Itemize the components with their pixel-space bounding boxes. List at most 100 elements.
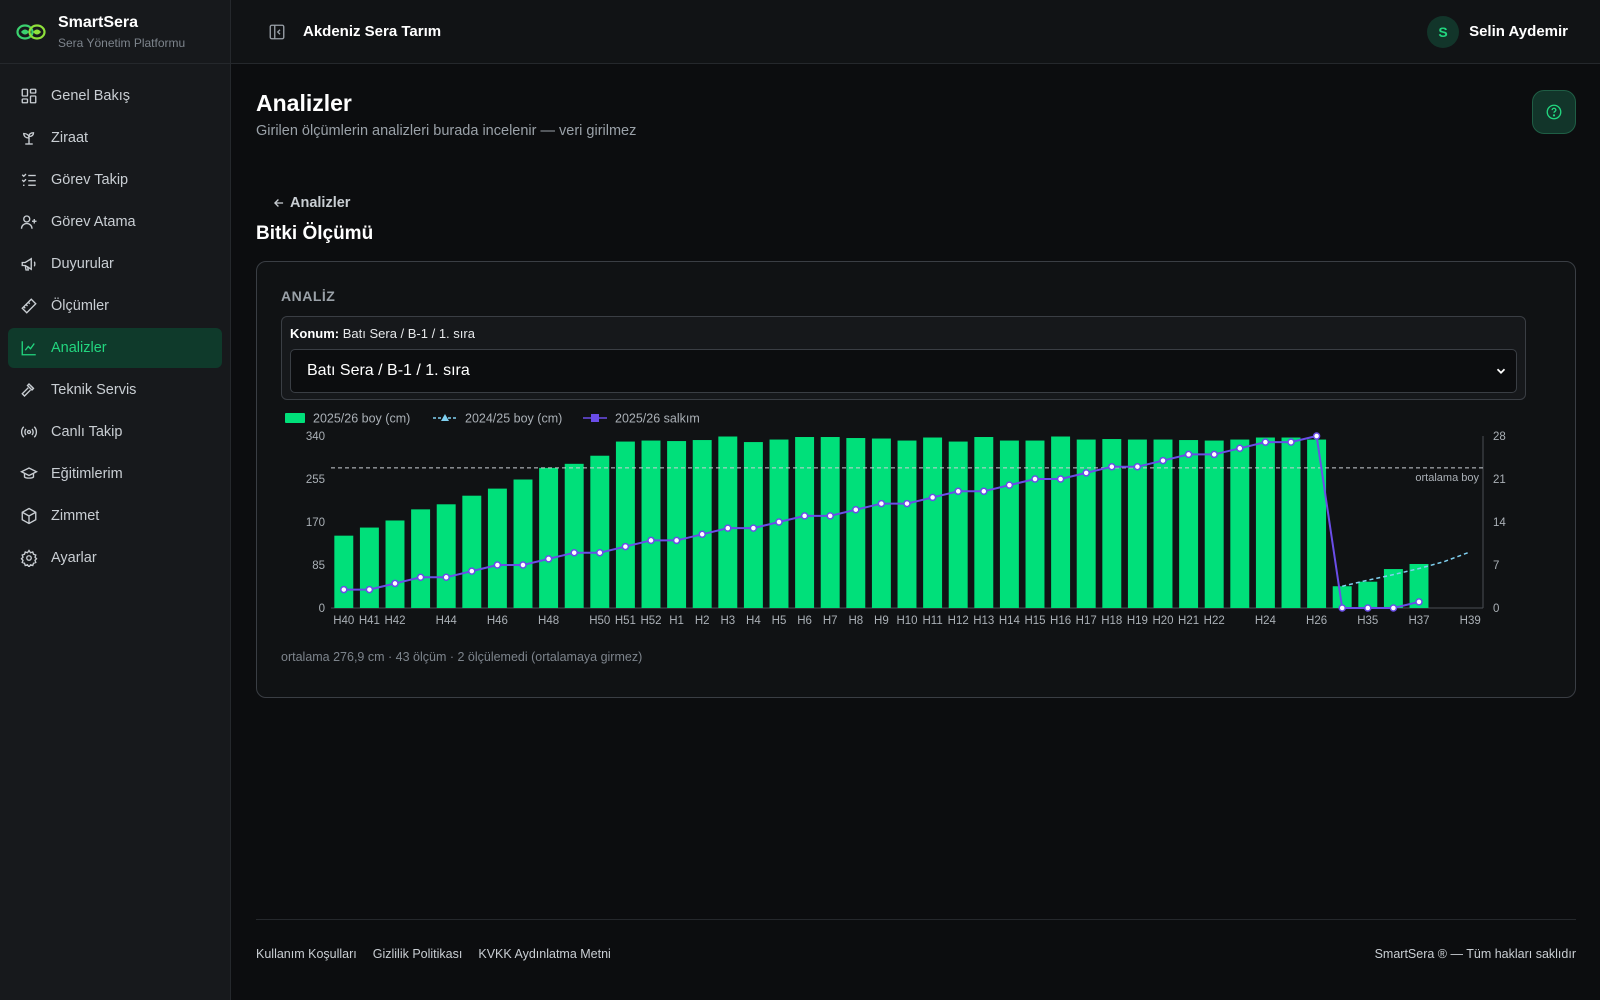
sidebar-item-zimmet[interactable]: Zimmet <box>8 496 222 536</box>
bar <box>923 437 943 608</box>
salkim-point <box>340 585 348 594</box>
salkim-point <box>621 542 630 551</box>
salkim-point <box>570 548 578 557</box>
x-tick-label: H37 <box>1408 615 1429 627</box>
analysis-chart: 2025/26 boy (cm) 2024/25 boy (cm) 2025/26 … <box>285 412 1506 627</box>
sidebar-item-ayarlar[interactable]: Ayarlar <box>8 538 222 578</box>
sidebar-item-label: Teknik Servis <box>51 382 137 398</box>
location-caption: Konum: Batı Sera / B-1 / 1. sıra <box>290 326 475 341</box>
sidebar-item-canli-takip[interactable]: Canlı Takip <box>8 412 222 452</box>
salkim-point <box>1236 444 1244 453</box>
x-tick-label: H50 <box>589 615 610 627</box>
sidebar-item-gorev-takip[interactable]: Görev Takip <box>8 160 222 200</box>
salkim-point <box>826 512 834 520</box>
sidebar-collapse-icon <box>269 24 285 39</box>
salkim-point <box>1261 438 1270 446</box>
salkim-point <box>1415 598 1423 606</box>
bar <box>513 479 533 608</box>
organization-name: Akdeniz Sera Tarım <box>303 23 442 40</box>
bar <box>385 520 405 608</box>
bar <box>999 440 1019 608</box>
copyright: SmartSera ® — Tüm hakları saklıdır <box>1374 947 1576 961</box>
salkim-point <box>1133 462 1142 471</box>
salkim-point <box>1031 475 1039 483</box>
footer-link-privacy[interactable]: Gizlilik Politikası <box>373 947 463 961</box>
bar <box>411 509 431 608</box>
sidebar-item-duyurular[interactable]: Duyurular <box>8 244 222 284</box>
chart-footnote: ortalama 276,9 cm · 43 ölçüm · 2 ölçülem… <box>281 650 643 664</box>
footer-link-kvkk[interactable]: KVKK Aydınlatma Metni <box>478 947 610 961</box>
x-tick-label: H5 <box>772 615 787 627</box>
bar <box>692 440 712 608</box>
brand-subtitle: Sera Yönetim Platformu <box>58 35 186 50</box>
salkim-point <box>1108 462 1116 471</box>
footer-divider <box>256 919 1576 920</box>
brand[interactable]: SmartSera Sera Yönetim Platformu <box>0 0 230 64</box>
salkim-point <box>1338 604 1346 612</box>
x-tick-label: H35 <box>1357 615 1378 627</box>
x-tick-label: H1 <box>669 615 684 627</box>
chart-line-icon <box>21 341 36 356</box>
x-tick-label: H4 <box>746 615 761 627</box>
bar <box>1179 440 1199 608</box>
smartsera-logo-icon <box>16 23 46 40</box>
card-label: ANALİZ <box>281 288 336 304</box>
y-right-tick-label: 28 <box>1493 431 1506 443</box>
salkim-point <box>928 493 937 502</box>
section-title: Bitki Ölçümü <box>256 223 374 244</box>
sidebar-item-gorev-atama[interactable]: Görev Atama <box>8 202 222 242</box>
footer-link-terms[interactable]: Kullanım Koşulları <box>256 947 357 961</box>
bar <box>1281 437 1301 608</box>
x-tick-label: H24 <box>1255 615 1277 627</box>
location-filter: Konum: Batı Sera / B-1 / 1. sıra Batı Se… <box>281 316 1526 400</box>
salkim-point <box>1364 604 1372 612</box>
salkim-point <box>596 548 604 557</box>
user-menu[interactable]: S Selin Aydemir <box>1427 15 1568 48</box>
x-tick-label: H9 <box>874 615 889 627</box>
sidebar-item-olcumler[interactable]: Ölçümler <box>8 286 222 326</box>
x-tick-label: H51 <box>615 615 636 627</box>
x-tick-label: H40 <box>333 615 354 627</box>
sidebar-item-ziraat[interactable]: Ziraat <box>8 118 222 158</box>
salkim-point <box>724 524 732 532</box>
x-tick-label: H46 <box>487 615 508 627</box>
analysis-card: ANALİZ Konum: Batı Sera / B-1 / 1. sıra … <box>256 261 1576 698</box>
salkim-point <box>391 579 399 588</box>
sidebar-item-teknik-servis[interactable]: Teknik Servis <box>8 370 222 410</box>
page-subtitle: Girilen ölçümlerin analizleri burada inc… <box>256 123 637 139</box>
sidebar-toggle-button[interactable] <box>267 22 287 42</box>
bar <box>462 495 482 608</box>
sidebar-item-egitimlerim[interactable]: Eğitimlerim <box>8 454 222 494</box>
help-button[interactable] <box>1532 90 1576 134</box>
bar <box>1025 440 1045 608</box>
bar <box>1204 440 1224 608</box>
sprout-icon <box>23 132 35 145</box>
graduation-cap-icon <box>20 467 38 479</box>
bar <box>1307 439 1327 608</box>
bar <box>487 488 507 608</box>
sidebar-item-analizler[interactable]: Analizler <box>8 328 222 368</box>
bar <box>436 504 456 608</box>
arrow-left-icon <box>274 199 284 207</box>
sidebar-item-label: Canlı Takip <box>51 424 123 440</box>
salkim-point <box>672 536 681 545</box>
sidebar-item-genel-bakis[interactable]: Genel Bakış <box>8 76 222 116</box>
sidebar-item-label: Görev Atama <box>51 214 136 230</box>
x-tick-label: H48 <box>538 615 559 627</box>
salkim-point <box>980 487 988 496</box>
megaphone-icon <box>21 257 36 271</box>
gear-icon <box>20 549 38 567</box>
location-select[interactable]: Batı Sera / B-1 / 1. sıra <box>290 349 1517 393</box>
back-link[interactable]: Analizler <box>272 195 350 211</box>
salkim-point <box>852 505 860 514</box>
broadcast-icon <box>20 426 38 438</box>
y-right-tick-label: 14 <box>1493 517 1506 529</box>
y-left-tick-label: 0 <box>319 603 325 615</box>
salkim-point <box>365 585 374 594</box>
salkim-point <box>1287 438 1295 446</box>
y-left-tick-label: 170 <box>306 517 325 529</box>
bar <box>820 437 840 608</box>
x-tick-label: H12 <box>948 615 969 627</box>
bar <box>1051 436 1071 608</box>
salkim-point <box>647 536 655 545</box>
